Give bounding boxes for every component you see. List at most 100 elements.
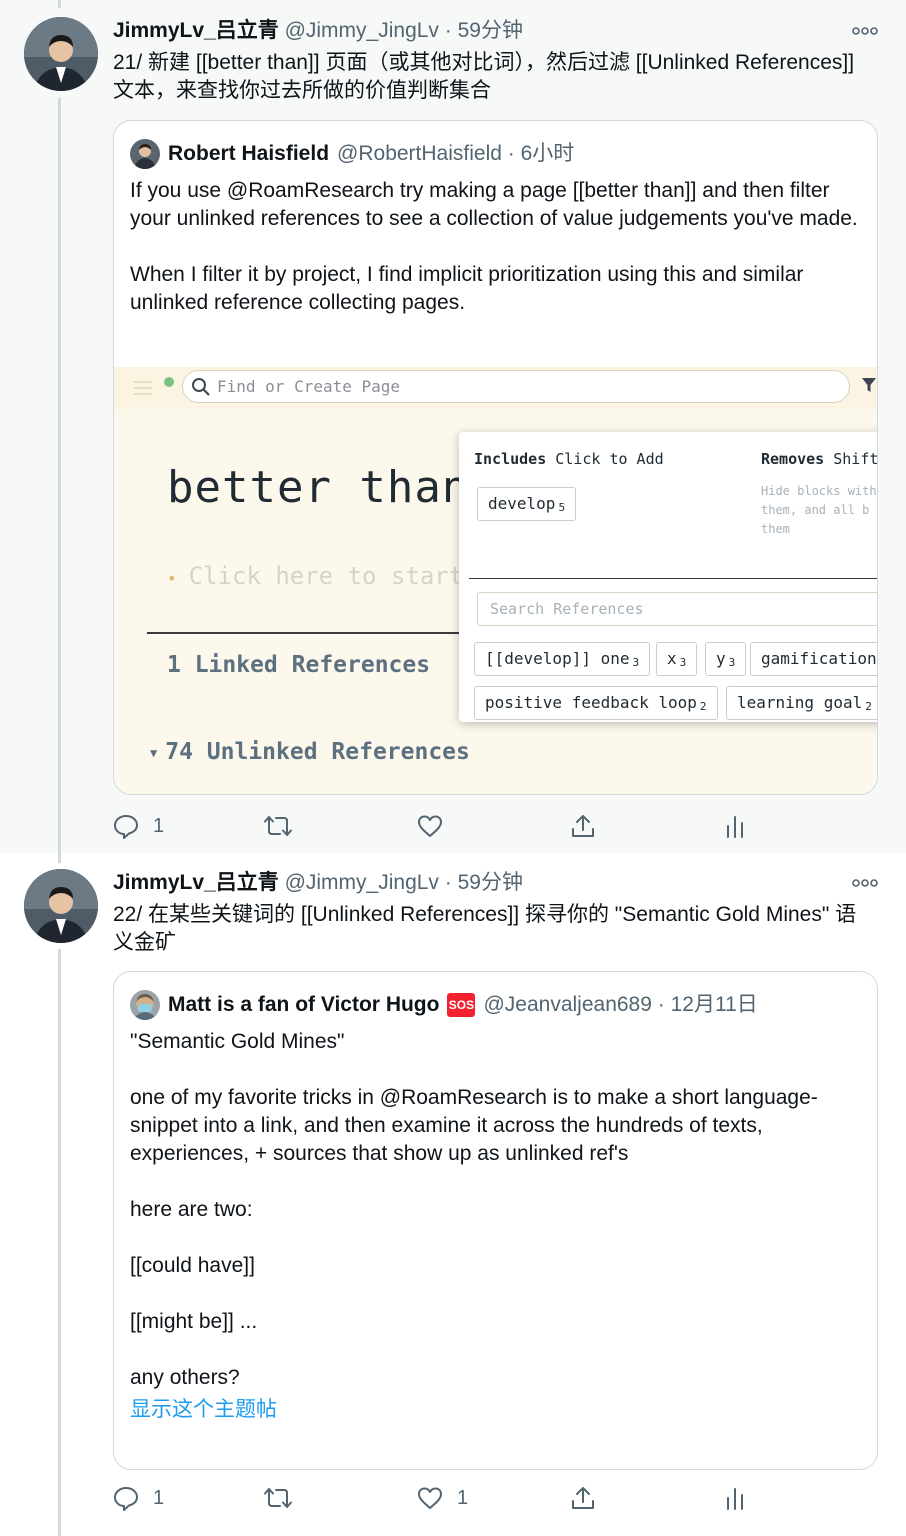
quote-paragraph: [[might be]] ... [130, 1310, 258, 1333]
tweet-actions: 1 1 [113, 1483, 753, 1513]
share-icon [572, 1487, 594, 1509]
filter-chip: learning goal 2 [726, 686, 877, 720]
like-button[interactable] [417, 811, 443, 841]
like-icon [418, 1487, 442, 1509]
quoted-tweet[interactable]: Matt is a fan of Victor Hugo SOS @Jeanva… [113, 971, 878, 1470]
retweet-button[interactable] [263, 1483, 293, 1513]
like-button[interactable]: 1 [417, 1483, 468, 1513]
caret-down-icon: ▼ [150, 745, 158, 760]
show-thread-link[interactable]: 显示这个主题帖 [130, 1396, 860, 1424]
filter-chip: x3 [656, 642, 698, 676]
quote-avatar [130, 990, 160, 1020]
roam-page-title: better than [167, 462, 470, 513]
thread-line [58, 949, 61, 1536]
filter-chip: y3 [705, 642, 747, 676]
quote-paragraph: one of my favorite tricks in @RoamResear… [130, 1086, 818, 1165]
tweet[interactable]: JimmyLv_吕立青 @Jimmy_JingLv · 59分钟 21/ 新建 … [0, 0, 906, 853]
reply-button[interactable]: 1 [113, 1483, 164, 1513]
thread-line [58, 853, 61, 863]
quote-paragraph: If you use @RoamResearch try making a pa… [130, 179, 858, 230]
references-search: Search References [477, 592, 877, 626]
divider [469, 578, 877, 579]
quote-paragraph: "Semantic Gold Mines" [130, 1030, 345, 1053]
author-name[interactable]: JimmyLv_吕立青 [113, 19, 279, 42]
share-button[interactable] [570, 1483, 596, 1513]
separator-dot: · [651, 993, 671, 1016]
separator-dot: · [501, 142, 521, 165]
removes-header: Removes Shift [761, 450, 877, 468]
quote-paragraph: When I filter it by project, I find impl… [130, 263, 804, 314]
filter-chip: develop 5 [477, 487, 577, 521]
tweet[interactable]: JimmyLv_吕立青 @Jimmy_JingLv · 59分钟 22/ 在某些… [0, 853, 906, 1536]
sync-status-dot [164, 377, 174, 387]
share-icon [572, 815, 594, 837]
tweet-time[interactable]: 59分钟 [458, 871, 523, 894]
quote-header: Matt is a fan of Victor Hugo SOS @Jeanva… [130, 990, 758, 1020]
analytics-icon [727, 1488, 743, 1510]
separator-dot: · [444, 871, 458, 894]
sos-icon: SOS [447, 993, 476, 1017]
tweet-time[interactable]: 59分钟 [458, 19, 523, 42]
reply-count: 1 [153, 1486, 165, 1509]
unlinked-references-heading: ▼ 74 Unlinked References [150, 739, 470, 765]
filter-chip: gamification [750, 642, 877, 676]
retweet-icon [264, 816, 292, 836]
quote-time: 12月11日 [670, 993, 758, 1016]
reply-icon [114, 1487, 138, 1511]
quote-header: Robert Haisfield @RobertHaisfield · 6小时 [130, 139, 574, 169]
quoted-tweet[interactable]: Robert Haisfield @RobertHaisfield · 6小时 … [113, 120, 878, 795]
divider [147, 632, 467, 634]
like-icon [418, 815, 442, 837]
roam-search-placeholder: Find or Create Page [217, 377, 401, 396]
more-icon[interactable] [852, 25, 878, 37]
quote-author-name: Robert Haisfield [168, 142, 330, 165]
thread-line [58, 0, 61, 8]
menu-icon [134, 381, 152, 395]
like-count: 1 [457, 1486, 469, 1509]
includes-header: Includes Click to Add [474, 450, 664, 468]
quote-author-handle: @Jeanvaljean689 [483, 993, 652, 1016]
avatar[interactable] [24, 869, 98, 943]
filter-icon [862, 378, 876, 392]
more-icon[interactable] [852, 877, 878, 889]
author-handle[interactable]: @Jimmy_JingLv [285, 19, 439, 42]
search-icon [192, 378, 210, 396]
removes-description: Hide blocks with them, and all b them [761, 484, 877, 536]
quote-paragraph: any others? [130, 1366, 240, 1389]
tweet-text: 22/ 在某些关键词的 [[Unlinked References]] 探寻你的… [113, 903, 857, 954]
linked-references-heading: 1 Linked References [167, 652, 431, 678]
share-button[interactable] [570, 811, 596, 841]
tweet-text: 21/ 新建 [[better than]] 页面（或其他对比词），然后过滤 [… [113, 51, 855, 102]
avatar[interactable] [24, 17, 98, 91]
tweet-actions: 1 [113, 811, 753, 841]
quote-avatar [130, 139, 160, 169]
retweet-button[interactable] [263, 811, 293, 841]
roam-search-box: Find or Create Page [182, 370, 850, 403]
filter-chip: positive feedback loop 2 [474, 686, 718, 720]
quote-paragraph: here are two: [130, 1198, 253, 1221]
quote-time: 6小时 [520, 142, 575, 165]
tweet-header: JimmyLv_吕立青 @Jimmy_JingLv · 59分钟 [113, 870, 523, 896]
filter-chip: [[develop]] one 3 [474, 642, 651, 676]
roam-block-placeholder: • Click here to start [167, 562, 464, 590]
quote-text: "Semantic Gold Mines" one of my favorite… [130, 1028, 860, 1424]
quote-author-name: Matt is a fan of Victor Hugo [168, 993, 440, 1016]
tweet-header: JimmyLv_吕立青 @Jimmy_JingLv · 59分钟 [113, 18, 523, 44]
separator-dot: · [444, 19, 458, 42]
author-handle[interactable]: @Jimmy_JingLv [285, 871, 439, 894]
retweet-icon [264, 1488, 292, 1508]
thread-line [58, 98, 61, 853]
analytics-button[interactable] [725, 1483, 745, 1513]
filter-popover: Includes Click to Add Removes Shift Hide… [459, 432, 877, 722]
analytics-button[interactable] [725, 811, 745, 841]
reply-button[interactable]: 1 [113, 811, 164, 841]
reply-count: 1 [153, 814, 165, 837]
roam-topbar: Find or Create Page [114, 367, 877, 409]
attached-screenshot[interactable]: Find or Create Page better than • Click h… [114, 367, 877, 794]
analytics-icon [727, 816, 743, 838]
reply-icon [114, 815, 138, 839]
quote-paragraph: [[could have]] [130, 1254, 255, 1277]
quote-text: If you use @RoamResearch try making a pa… [130, 177, 860, 317]
quote-author-handle: @RobertHaisfield [337, 142, 502, 165]
author-name[interactable]: JimmyLv_吕立青 [113, 871, 279, 894]
